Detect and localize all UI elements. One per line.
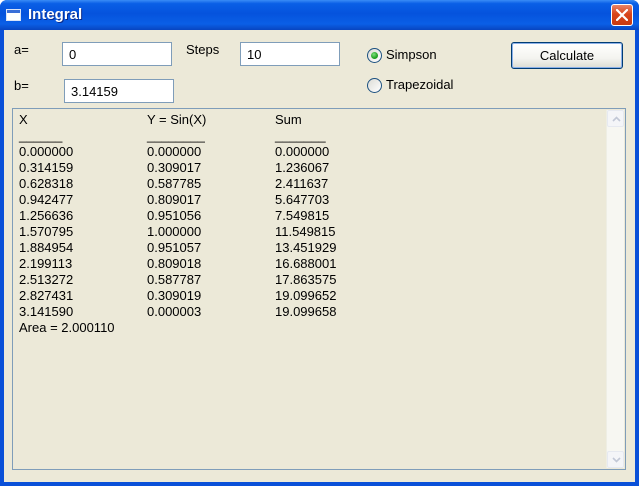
x-value: 0.314159 — [19, 160, 74, 175]
sum-value: 11.549815 — [275, 224, 336, 239]
x-value: 1.884954 — [19, 240, 74, 255]
y-value: 0.000003 — [147, 304, 202, 319]
sum-value: 16.688001 — [275, 256, 337, 271]
x-value: 2.199113 — [19, 256, 73, 271]
y-value: 0.309019 — [147, 288, 202, 303]
scroll-up-button[interactable] — [607, 110, 624, 127]
b-label: b= — [14, 78, 29, 93]
area-text: Area = 2.000110 — [19, 320, 115, 335]
x-value: 0.000000 — [19, 144, 74, 159]
trapezoidal-radio[interactable]: Trapezoidal — [367, 77, 477, 95]
y-value: 1.000000 — [147, 224, 202, 239]
x-value: 3.141590 — [19, 304, 74, 319]
results-textbox[interactable]: X Y = Sin(X) Sum ______ ________ _______… — [12, 108, 626, 470]
sum-value: 19.099658 — [275, 304, 337, 319]
title-bar[interactable]: Integral — [0, 0, 639, 30]
sum-value: 19.099652 — [275, 288, 337, 303]
y-value: 0.000000 — [147, 144, 202, 159]
trapezoidal-label: Trapezoidal — [386, 77, 454, 92]
y-value: 0.587787 — [147, 272, 202, 287]
header-y: Y = Sin(X) — [147, 112, 207, 127]
y-value: 0.587785 — [147, 176, 202, 191]
sum-value: 1.236067 — [275, 160, 330, 175]
arrow-up-icon — [612, 116, 621, 122]
a-input[interactable]: 0 — [62, 42, 172, 66]
vertical-scrollbar[interactable] — [606, 110, 624, 468]
y-value: 0.809018 — [147, 256, 202, 271]
window-icon — [6, 9, 21, 21]
header-x: X — [19, 112, 28, 127]
separator-sum: _______ — [275, 128, 326, 143]
arrow-down-icon — [612, 457, 621, 463]
separator-y: ________ — [147, 128, 205, 143]
y-value: 0.809017 — [147, 192, 202, 207]
simpson-radio[interactable]: Simpson — [367, 47, 467, 65]
integral-window: Integral a= 0 Steps 10 b= 3.14159 Simpso… — [0, 0, 639, 486]
client-area: a= 0 Steps 10 b= 3.14159 Simpson Trapezo… — [4, 30, 635, 482]
x-value: 0.628318 — [19, 176, 74, 191]
a-label: a= — [14, 42, 29, 57]
y-value: 0.951056 — [147, 208, 202, 223]
radio-unselected-icon — [367, 78, 382, 93]
header-sum: Sum — [275, 112, 302, 127]
calculate-button[interactable]: Calculate — [511, 42, 623, 69]
radio-selected-icon — [367, 48, 382, 63]
y-value: 0.309017 — [147, 160, 202, 175]
sum-value: 13.451929 — [275, 240, 337, 255]
x-value: 2.827431 — [19, 288, 74, 303]
steps-label: Steps — [186, 42, 220, 57]
separator-x: ______ — [19, 128, 63, 143]
sum-value: 7.549815 — [275, 208, 330, 223]
scroll-down-button[interactable] — [607, 451, 624, 468]
close-button[interactable] — [611, 4, 633, 26]
steps-input[interactable]: 10 — [240, 42, 340, 66]
sum-value: 5.647703 — [275, 192, 330, 207]
x-value: 1.570795 — [19, 224, 74, 239]
y-value: 0.951057 — [147, 240, 202, 255]
sum-value: 17.863575 — [275, 272, 337, 287]
sum-value: 2.411637 — [275, 176, 329, 191]
window-title: Integral — [28, 6, 83, 23]
close-icon — [616, 9, 628, 21]
b-input[interactable]: 3.14159 — [64, 79, 174, 103]
simpson-label: Simpson — [386, 47, 437, 62]
x-value: 0.942477 — [19, 192, 74, 207]
x-value: 2.513272 — [19, 272, 74, 287]
x-value: 1.256636 — [19, 208, 74, 223]
sum-value: 0.000000 — [275, 144, 330, 159]
